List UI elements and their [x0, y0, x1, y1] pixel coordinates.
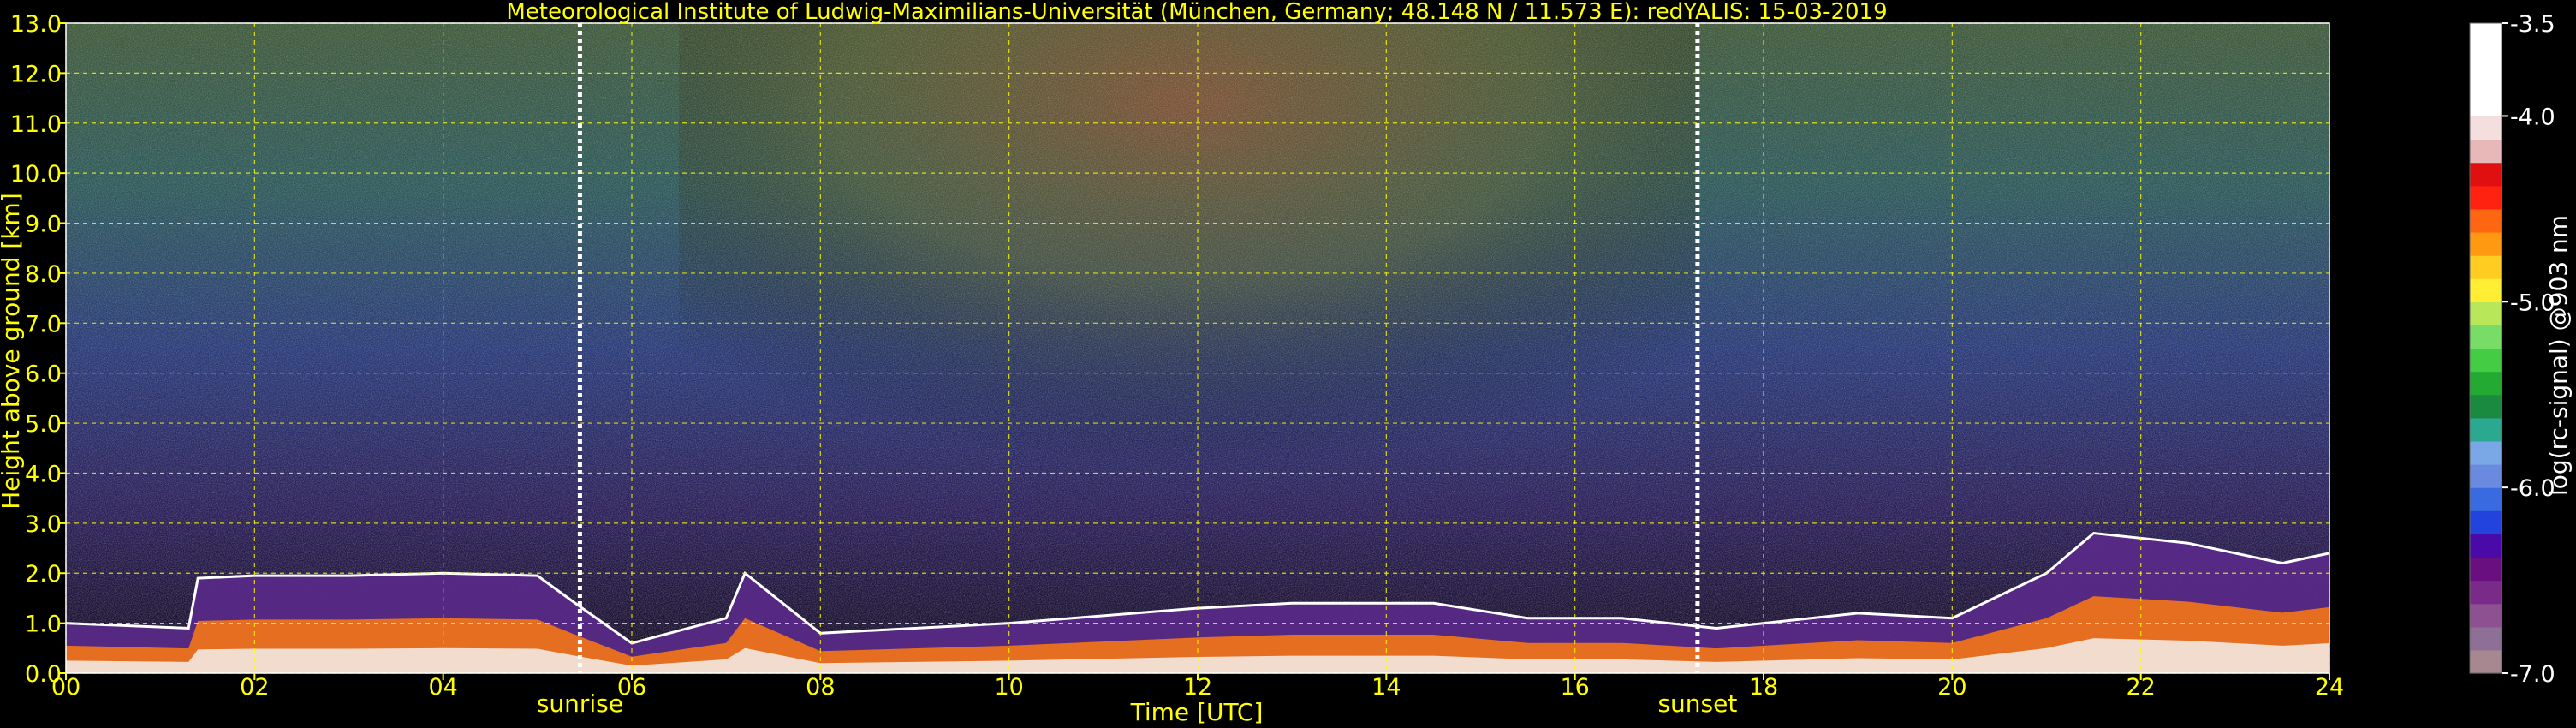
x-tick-label: 14: [1371, 674, 1401, 701]
colorbar-segment: [2470, 417, 2502, 442]
colorbar-segment: [2470, 139, 2502, 164]
y-tick-label: 10.0: [10, 161, 62, 188]
x-tick-label: 22: [2126, 674, 2155, 701]
colorbar-segment: [2470, 116, 2502, 140]
y-tick-label: 3.0: [25, 511, 62, 538]
colorbar-segment: [2470, 185, 2502, 210]
x-tick-label: 24: [2315, 674, 2344, 701]
colorbar-segment: [2470, 603, 2502, 628]
lidar-chart: sunrise sunset 00 02 04 06 08 10 12 14 16 18 20 22 24…: [0, 0, 2573, 726]
colorbar-segment: [2470, 278, 2502, 302]
y-tick-label: 4.0: [25, 461, 62, 487]
y-tick-label: 13.0: [10, 11, 62, 38]
y-tick-label: 1.0: [25, 612, 62, 638]
colorbar-segment: [2470, 464, 2502, 488]
y-tick-label: 9.0: [25, 212, 62, 238]
colorbar-segment: [2470, 162, 2502, 187]
colorbar-segment: [2470, 371, 2502, 396]
colorbar-segment: [2470, 394, 2502, 419]
x-tick-label: 20: [1937, 674, 1966, 701]
y-tick-label: 2.0: [25, 561, 62, 588]
x-tick-label: 04: [428, 674, 457, 701]
colorbar-segment: [2470, 440, 2502, 465]
colorbar-tick-label: -7.0: [2510, 661, 2555, 688]
colorbar-segment: [2470, 510, 2502, 534]
marker-label-sunrise: sunrise: [537, 689, 623, 718]
colorbar-segment: [2470, 534, 2502, 558]
marker-label-sunset: sunset: [1657, 689, 1737, 718]
chart-title: Meteorological Institute of Ludwig-Maxim…: [506, 0, 1887, 25]
x-tick-label: 06: [617, 674, 646, 701]
x-tick-label: 18: [1749, 674, 1778, 701]
y-tick-label: 7.0: [25, 311, 62, 337]
x-axis-ticks: 00 02 04 06 08 10 12 14 16 18 20 22 24: [51, 673, 2344, 701]
colorbar-label: log(rc-signal) @903 nm: [2544, 215, 2573, 496]
x-axis-label: Time [UTC]: [1130, 698, 1264, 726]
colorbar-segment: [2470, 325, 2502, 349]
colorbar-segment: [2470, 301, 2502, 325]
y-tick-label: 8.0: [25, 261, 62, 288]
colorbar-segment: [2470, 208, 2502, 233]
colorbar-segment: [2470, 23, 2502, 47]
y-tick-label: 5.0: [25, 411, 62, 438]
colorbar-tick-label: -4.0: [2510, 104, 2555, 130]
colorbar-segment: [2470, 46, 2502, 70]
colorbar-segment: [2470, 255, 2502, 279]
y-tick-label: 11.0: [10, 111, 62, 138]
colorbar-segment: [2470, 557, 2502, 582]
colorbar-tick-label: -3.5: [2510, 11, 2555, 38]
y-tick-label: 0.0: [25, 661, 62, 688]
colorbar: -3.5-4.0-5.0-6.0-7.0: [2469, 11, 2555, 688]
y-axis-label: Height above ground [km]: [0, 193, 25, 510]
colorbar-segment: [2470, 649, 2502, 674]
colorbar-segment: [2470, 580, 2502, 605]
colorbar-segment: [2470, 348, 2502, 373]
y-tick-label: 6.0: [25, 361, 62, 388]
colorbar-segment: [2470, 231, 2502, 256]
x-tick-label: 16: [1560, 674, 1589, 701]
colorbar-segment: [2470, 487, 2502, 511]
x-tick-label: 12: [1183, 674, 1212, 701]
colorbar-segment: [2470, 626, 2502, 651]
x-tick-label: 10: [994, 674, 1023, 701]
y-tick-label: 12.0: [10, 61, 62, 87]
colorbar-segment: [2470, 69, 2502, 93]
x-tick-label: 08: [806, 674, 835, 701]
x-tick-label: 02: [240, 674, 269, 701]
colorbar-segment: [2470, 92, 2502, 117]
